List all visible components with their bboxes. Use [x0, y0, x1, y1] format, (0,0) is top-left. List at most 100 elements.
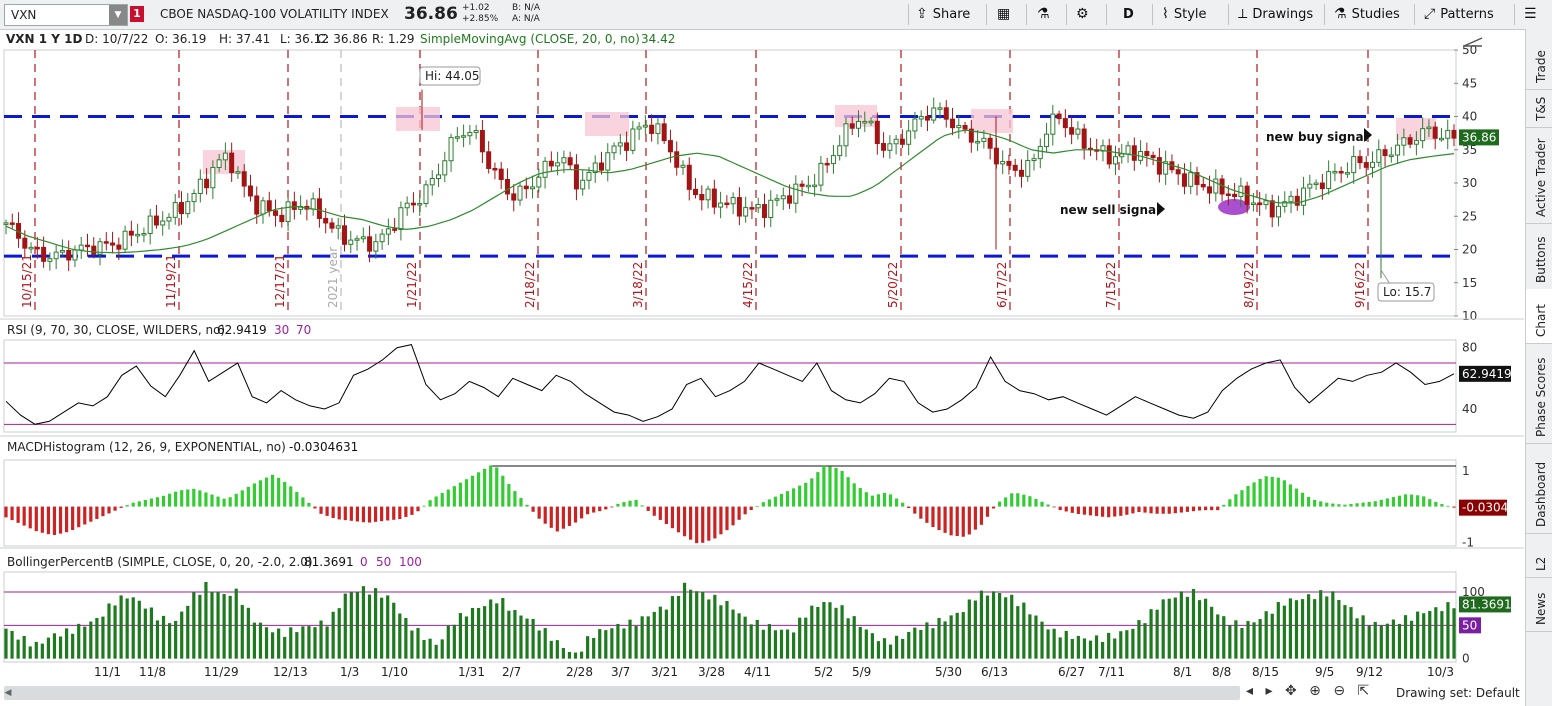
- percent-b-bar: [1440, 611, 1444, 659]
- candle-body: [141, 233, 147, 236]
- macd-bar: [4, 506, 8, 518]
- macd-bar: [882, 492, 887, 507]
- macd-bar: [664, 506, 668, 525]
- symbol-link-badge[interactable]: 1: [130, 6, 144, 22]
- timeframe-button[interactable]: D: [1123, 4, 1134, 25]
- candle-body: [247, 185, 253, 197]
- time-scrollbar[interactable]: ◀: [4, 686, 1240, 700]
- candle-body: [1332, 170, 1338, 174]
- cursor-icon[interactable]: ⇱: [1358, 683, 1370, 699]
- percent-b-bar: [1119, 631, 1123, 659]
- percent-b-bar: [1161, 599, 1165, 659]
- macd-bar: [410, 506, 414, 515]
- drawing-set-label[interactable]: Drawing set: Default: [1396, 686, 1520, 700]
- tab-active-trader[interactable]: Active Trader: [1526, 127, 1552, 224]
- percent-b-bar: [610, 628, 614, 659]
- macd-bar: [610, 506, 614, 508]
- percent-b-bar: [846, 618, 850, 659]
- symbol-input[interactable]: VXN ▼: [4, 4, 128, 26]
- macd-bar: [543, 506, 547, 524]
- tab-trade[interactable]: Trade: [1526, 29, 1552, 90]
- step-back-icon[interactable]: ◂: [1246, 683, 1253, 699]
- percent-b-bar: [949, 615, 953, 659]
- menu-button[interactable]: ☰: [1524, 4, 1542, 25]
- candle-body: [204, 178, 210, 189]
- price-panel[interactable]: 10152025303540455010/15/21 11/19/21 12/17/…: [3, 37, 1499, 323]
- percent-b-bar: [1058, 637, 1062, 659]
- scroll-left-icon[interactable]: ◀: [2, 686, 14, 700]
- percent-b-bar: [1337, 599, 1341, 659]
- tab-buttons[interactable]: Buttons: [1526, 223, 1552, 290]
- style-button[interactable]: ⌇ Style: [1162, 4, 1207, 25]
- candle-body: [461, 135, 467, 138]
- macd-bar: [1416, 495, 1420, 507]
- macd-bar: [228, 497, 232, 507]
- macd-bar: [1088, 506, 1093, 516]
- candle-body: [962, 125, 968, 130]
- macd-bar: [1343, 504, 1347, 507]
- macd-bar: [319, 506, 323, 514]
- percent-b-bar: [1276, 602, 1280, 659]
- candle-body: [693, 188, 699, 196]
- macd-bar: [555, 506, 559, 532]
- settings-button[interactable]: ⚙: [1076, 4, 1094, 25]
- tab-phase-scores[interactable]: Phase Scores: [1526, 343, 1552, 444]
- macd-bar: [682, 506, 687, 537]
- macd-bar: [434, 496, 438, 507]
- percent-b-bar: [1040, 621, 1044, 659]
- patterns-button[interactable]: ⤢ Patterns: [1424, 4, 1494, 25]
- percent-b-bar: [531, 618, 535, 659]
- tab-time-and-sales[interactable]: T&S: [1526, 89, 1552, 128]
- candle-body: [931, 107, 937, 121]
- candle-body: [1238, 185, 1244, 198]
- tab-level-2[interactable]: L2: [1526, 533, 1552, 578]
- pan-icon[interactable]: ✥: [1285, 683, 1297, 699]
- macd-bar: [919, 506, 923, 519]
- percent-b-bar: [489, 599, 493, 659]
- candle-body: [881, 143, 887, 151]
- candle-body: [385, 228, 391, 235]
- step-forward-icon[interactable]: ▸: [1265, 683, 1272, 699]
- flask-button[interactable]: ⚗: [1037, 4, 1055, 25]
- zoom-out-icon[interactable]: ⊖: [1333, 683, 1345, 699]
- candle-body: [774, 198, 780, 201]
- tab-dashboard[interactable]: Dashboard: [1526, 443, 1552, 534]
- high-readout: H: 37.41: [219, 32, 271, 46]
- percent-b-bar: [1422, 613, 1426, 659]
- candle-body: [661, 123, 667, 142]
- tab-chart[interactable]: Chart: [1526, 289, 1552, 344]
- zoom-in-icon[interactable]: ⊕: [1309, 683, 1321, 699]
- sell-signal-label: new sell signal: [1060, 203, 1160, 217]
- candle-body: [680, 164, 686, 168]
- percent-b-bar: [1028, 614, 1032, 659]
- percent-b-panel[interactable]: BollingerPercentB (SIMPLE, CLOSE, 0, 20,…: [0, 547, 1524, 666]
- candle-body: [711, 188, 717, 208]
- chevron-down-icon[interactable]: ▼: [109, 5, 127, 25]
- candle-body: [436, 174, 442, 180]
- candle-body: [285, 201, 291, 223]
- candle-body: [1050, 113, 1056, 135]
- candle-body: [1113, 156, 1119, 165]
- candle-body: [699, 194, 705, 201]
- studies-button[interactable]: ⚗ Studies: [1334, 4, 1400, 25]
- macd-panel[interactable]: MACDHistogram (12, 26, 9, EXPONENTIAL, n…: [0, 435, 1524, 549]
- candle-body: [730, 197, 736, 205]
- candle-body: [530, 186, 536, 190]
- share-button[interactable]: ⇪ Share: [916, 4, 970, 25]
- rsi-panel[interactable]: RSI (9, 70, 30, CLOSE, WILDERS, no)62.94…: [0, 318, 1524, 433]
- candle-body: [1451, 129, 1457, 139]
- tab-news[interactable]: News: [1526, 577, 1552, 632]
- macd-bar: [1319, 501, 1323, 507]
- percent-b-bar: [907, 631, 911, 659]
- chart-layout-button[interactable]: ▦: [997, 4, 1015, 25]
- percent-b-bar: [264, 627, 269, 659]
- macd-bar: [804, 482, 808, 507]
- drawings-button[interactable]: ⟂ Drawings: [1238, 4, 1313, 25]
- rsi-value: 62.9419: [217, 323, 267, 337]
- candle-body: [1207, 186, 1213, 194]
- percent-b-bar: [561, 648, 565, 659]
- macd-bar: [743, 506, 747, 515]
- macd-bar: [1234, 494, 1238, 507]
- candle-body: [705, 188, 711, 201]
- chart-canvas[interactable]: 10152025303540455010/15/21 11/19/21 12/17/…: [0, 0, 1524, 706]
